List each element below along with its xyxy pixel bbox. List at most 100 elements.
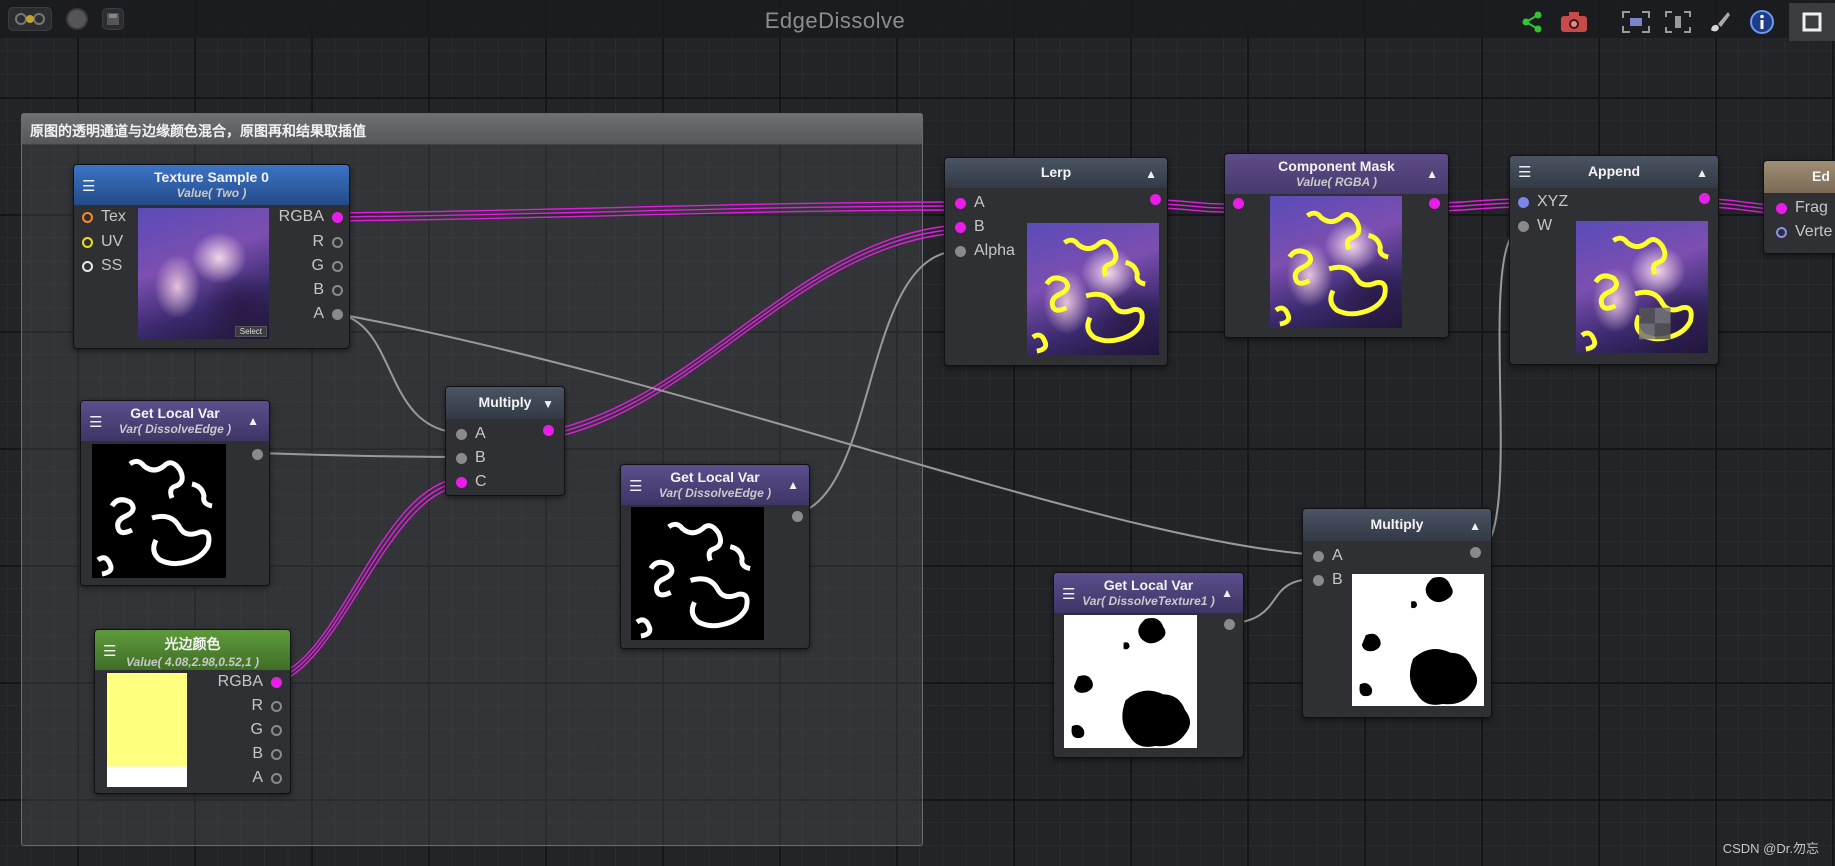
port-output-icon[interactable] (1699, 193, 1710, 204)
port-c-icon[interactable] (456, 476, 467, 488)
lerp-node[interactable]: Lerp ▲ A B Alpha (944, 157, 1168, 366)
collapse-icon[interactable]: ▲ (1221, 586, 1233, 600)
color-swatch[interactable] (107, 673, 187, 787)
input-port[interactable] (1233, 198, 1244, 209)
node-header[interactable]: Ed (1764, 161, 1835, 193)
input-a[interactable]: A (955, 194, 985, 212)
menu-icon[interactable]: ☰ (1062, 585, 1075, 603)
port-a-icon[interactable] (456, 428, 467, 440)
brush-icon[interactable] (1705, 7, 1735, 37)
output-port[interactable] (1699, 193, 1710, 204)
port-uv-icon[interactable] (82, 236, 93, 248)
node-header[interactable]: ☰ 光边颜色 Value( 4.08,2.98,0.52,1 ) (95, 630, 290, 670)
port-rgba-icon[interactable] (271, 676, 282, 688)
output-port[interactable] (1429, 198, 1440, 209)
port-frag-icon[interactable] (1776, 202, 1787, 214)
node-header[interactable]: Multiply ▲ (1303, 509, 1491, 541)
menu-icon[interactable]: ☰ (629, 477, 642, 495)
multiply-node-1[interactable]: Multiply ▼ A B C (445, 386, 565, 496)
append-node[interactable]: ☰ Append ▲ XYZ W (1509, 155, 1719, 365)
port-output-icon[interactable] (543, 425, 554, 436)
output-rgba[interactable]: RGBA (279, 208, 343, 226)
input-b[interactable]: B (456, 449, 486, 467)
collapse-icon[interactable]: ▲ (1469, 519, 1481, 533)
output-a[interactable]: A (313, 305, 343, 323)
input-frag[interactable]: Frag (1776, 199, 1828, 217)
port-b-icon[interactable] (456, 452, 467, 464)
fit-icon[interactable] (1663, 7, 1693, 37)
menu-icon[interactable]: ☰ (89, 413, 102, 431)
port-a-icon[interactable] (955, 197, 966, 209)
component-mask-node[interactable]: Component Mask Value( RGBA ) ▲ (1224, 153, 1449, 338)
port-a-icon[interactable] (332, 308, 343, 320)
output-b[interactable]: B (252, 745, 282, 763)
output-port[interactable] (792, 511, 803, 522)
node-header[interactable]: Component Mask Value( RGBA ) ▲ (1225, 154, 1448, 194)
menu-icon[interactable]: ☰ (103, 642, 116, 660)
port-output-icon[interactable] (1150, 194, 1161, 205)
port-tex-icon[interactable] (82, 211, 93, 223)
collapse-icon[interactable]: ▲ (1696, 166, 1708, 180)
info-icon[interactable] (1747, 7, 1777, 37)
output-g[interactable]: G (251, 721, 282, 739)
output-g[interactable]: G (312, 257, 343, 275)
get-local-var-node-1[interactable]: ☰ Get Local Var Var( DissolveEdge ) ▲ (80, 400, 270, 586)
port-b-icon[interactable] (332, 284, 343, 296)
output-port[interactable] (543, 425, 554, 436)
port-b-icon[interactable] (955, 221, 966, 233)
output-rgba[interactable]: RGBA (218, 673, 282, 691)
menu-icon[interactable]: ☰ (1518, 163, 1531, 181)
collapse-icon[interactable]: ▲ (247, 414, 259, 428)
output-port[interactable] (1224, 619, 1235, 630)
input-ss[interactable]: SS (82, 257, 122, 275)
input-a[interactable]: A (1313, 547, 1343, 565)
texture-sample-node[interactable]: ☰ Texture Sample 0 Value( Two ) Tex UV S… (73, 164, 350, 349)
input-alpha[interactable]: Alpha (955, 242, 1015, 260)
get-local-var-node-3[interactable]: ☰ Get Local Var Var( DissolveTexture1 ) … (1053, 572, 1244, 758)
port-alpha-icon[interactable] (955, 245, 966, 257)
port-ss-icon[interactable] (82, 260, 93, 272)
input-tex[interactable]: Tex (82, 208, 126, 226)
camera-icon[interactable] (1559, 7, 1589, 37)
input-uv[interactable]: UV (82, 233, 123, 251)
collapse-icon[interactable]: ▼ (542, 397, 554, 411)
port-vertex-icon[interactable] (1776, 226, 1787, 238)
output-port[interactable] (1150, 194, 1161, 205)
input-vertex[interactable]: Verte (1776, 223, 1832, 241)
port-xyz-icon[interactable] (1518, 196, 1529, 208)
port-b-icon[interactable] (271, 748, 282, 760)
port-a-icon[interactable] (1313, 550, 1324, 562)
output-port[interactable] (252, 449, 263, 460)
port-r-icon[interactable] (271, 700, 282, 712)
input-c[interactable]: C (456, 473, 487, 491)
output-r[interactable]: R (251, 697, 282, 715)
focus-icon[interactable] (1621, 7, 1651, 37)
port-g-icon[interactable] (332, 260, 343, 272)
port-w-icon[interactable] (1518, 220, 1529, 232)
port-b-icon[interactable] (1313, 574, 1324, 586)
port-input-icon[interactable] (1233, 198, 1244, 209)
input-b[interactable]: B (955, 218, 985, 236)
port-output-icon[interactable] (1429, 198, 1440, 209)
output-node[interactable]: Ed Frag Verte (1763, 160, 1835, 254)
node-header[interactable]: ☰ Append ▲ (1510, 156, 1718, 188)
port-output-icon[interactable] (792, 511, 803, 522)
input-b[interactable]: B (1313, 571, 1343, 589)
select-button[interactable]: Select (234, 326, 267, 337)
collapse-icon[interactable]: ▲ (787, 478, 799, 492)
node-header[interactable]: ☰ Get Local Var Var( DissolveEdge ) ▲ (621, 465, 809, 505)
node-header[interactable]: Multiply ▼ (446, 387, 564, 419)
port-output-icon[interactable] (1224, 619, 1235, 630)
output-a[interactable]: A (252, 769, 282, 787)
port-g-icon[interactable] (271, 724, 282, 736)
output-b[interactable]: B (313, 281, 343, 299)
input-a[interactable]: A (456, 425, 486, 443)
port-rgba-icon[interactable] (332, 211, 343, 223)
node-header[interactable]: ☰ Texture Sample 0 Value( Two ) (74, 165, 349, 205)
input-xyz[interactable]: XYZ (1518, 193, 1568, 211)
input-w[interactable]: W (1518, 217, 1552, 235)
maximize-icon[interactable] (1789, 3, 1835, 41)
edge-color-node[interactable]: ☰ 光边颜色 Value( 4.08,2.98,0.52,1 ) RGBA R … (94, 629, 291, 794)
port-r-icon[interactable] (332, 236, 343, 248)
output-port[interactable] (1470, 547, 1481, 558)
